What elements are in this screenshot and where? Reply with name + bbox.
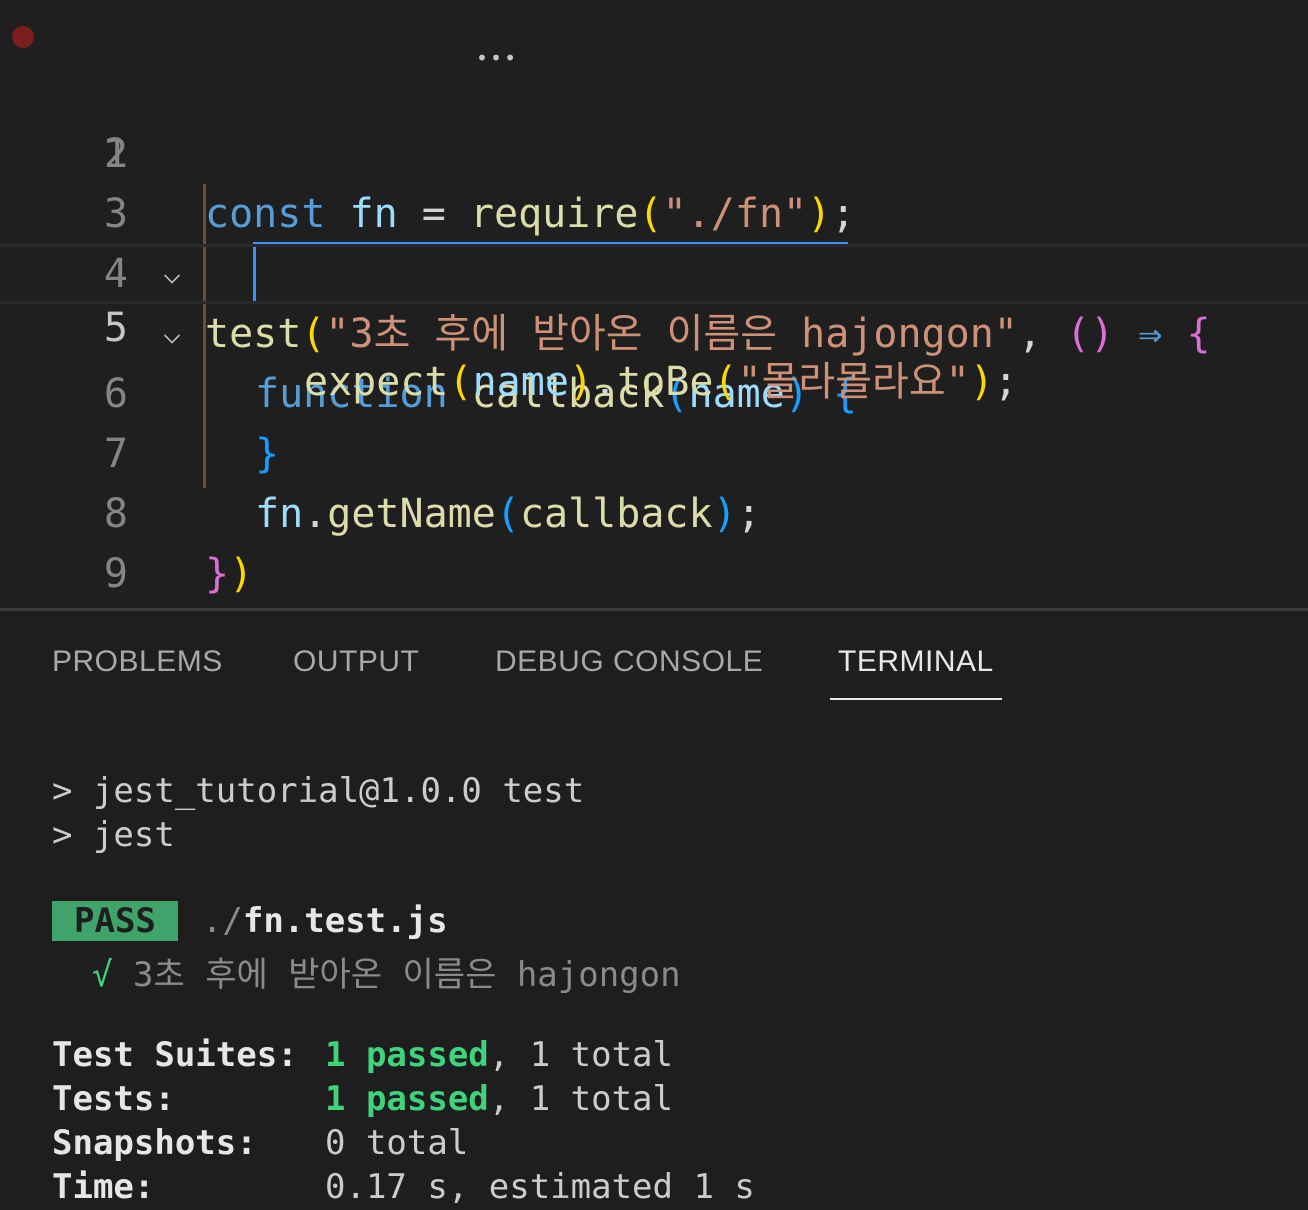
code-line-8[interactable]: 8 }) (0, 424, 1308, 597)
panel-tabs: PROBLEMS OUTPUT DEBUG CONSOLE TERMINAL (0, 611, 1308, 711)
code-line-10[interactable]: 10 (0, 544, 1308, 657)
summary-tests-value: 1 passed, 1 total (325, 1079, 673, 1119)
code-line-7[interactable]: 7 fn.getName(callback); (0, 364, 1308, 537)
summary-label: Time: (52, 1167, 155, 1207)
code-line-9[interactable]: 9 (0, 484, 1308, 597)
tab-output[interactable]: OUTPUT (293, 645, 419, 679)
terminal-command-line: > jest (52, 815, 175, 855)
file-name: fn.test.js (242, 901, 448, 941)
passed-count: 1 passed (325, 1079, 489, 1119)
passed-count: 1 passed (325, 1035, 489, 1075)
hint-dots-icon[interactable]: ••• (476, 48, 518, 68)
file-dir: ./ (201, 901, 243, 941)
tab-problems[interactable]: PROBLEMS (52, 645, 223, 679)
summary-time-value: 0.17 s, estimated 1 s (325, 1167, 755, 1207)
summary-label: Tests: (52, 1079, 175, 1119)
test-case-line: √ 3초 후에 받아온 이름은 hajongon (92, 947, 681, 996)
summary-label: Test Suites: (52, 1035, 298, 1075)
total-count: , 1 total (488, 1079, 673, 1119)
total-count: , 1 total (488, 1035, 673, 1075)
summary-suites: Test Suites: (52, 1035, 298, 1075)
summary-tests: Tests: (52, 1079, 175, 1119)
test-result-line: PASS ./fn.test.js (52, 901, 448, 941)
test-name: 3초 후에 받아온 이름은 hajongon (132, 955, 681, 995)
summary-suites-value: 1 passed, 1 total (325, 1035, 673, 1075)
code-line-6[interactable]: 6 } (0, 304, 1308, 477)
summary-label: Snapshots: (52, 1123, 257, 1163)
check-icon: √ (92, 955, 113, 995)
breakpoint-icon[interactable] (12, 26, 34, 48)
code-editor[interactable]: 1 const fn = require("./fn"); ••• 2 3 ⌵ … (0, 0, 1308, 657)
summary-time: Time: (52, 1167, 154, 1207)
code-line-2[interactable]: 2 (0, 64, 1308, 177)
code-line-3[interactable]: 3 ⌵ test("3초 후에 받아온 이름은 hajongon", () ⇒ … (0, 124, 1308, 357)
summary-snapshots: Snapshots: (52, 1123, 257, 1163)
code-line-5[interactable]: 5 expect(name).toBe("몰라몰라요"); (0, 244, 1308, 405)
tab-terminal[interactable]: TERMINAL (838, 645, 994, 679)
code-line-1[interactable]: 1 const fn = require("./fn"); ••• (0, 4, 1308, 237)
active-tab-indicator (830, 698, 1002, 700)
pass-badge: PASS (52, 901, 178, 941)
bottom-panel: PROBLEMS OUTPUT DEBUG CONSOLE TERMINAL >… (0, 611, 1308, 1210)
summary-snapshots-value: 0 total (325, 1123, 469, 1163)
code-line-4[interactable]: 4 ⌵ function callback(name) { (0, 184, 1308, 417)
tab-debug-console[interactable]: DEBUG CONSOLE (495, 645, 763, 679)
terminal-command-line: > jest_tutorial@1.0.0 test (52, 771, 585, 811)
